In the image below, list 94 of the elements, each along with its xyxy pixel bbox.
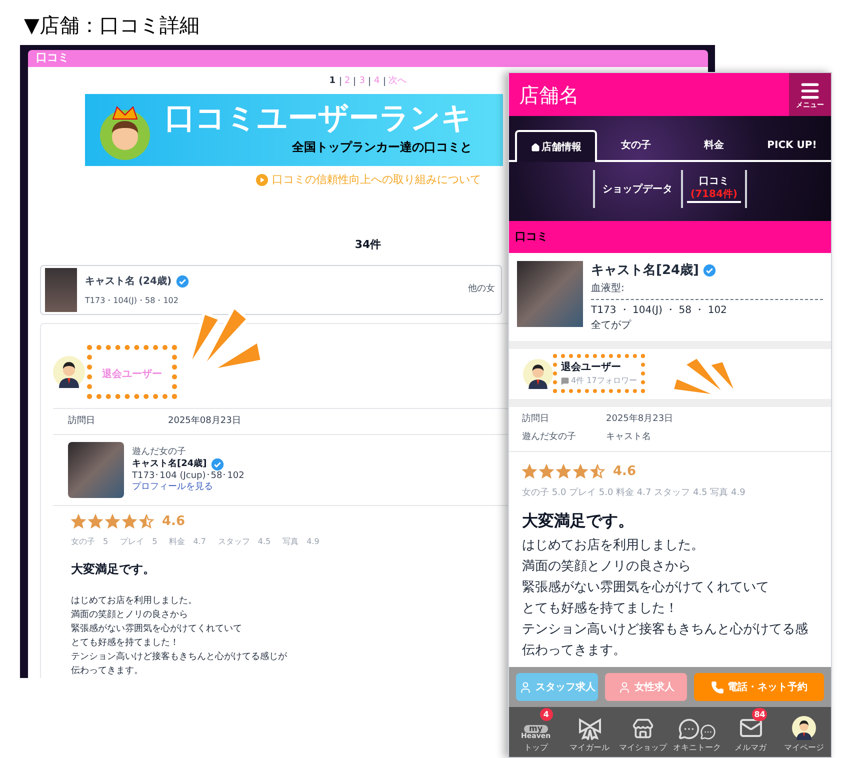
rating-score: 4.6: [613, 462, 636, 480]
photo-placeholder: [45, 268, 77, 312]
girl-label: 遊んだ女の子: [132, 447, 187, 458]
sub-tab[interactable]: 口コミ (7184件): [680, 170, 748, 208]
banner-title: 口コミユーザーランキ: [165, 104, 472, 134]
ranking-banner[interactable]: 口コミユーザーランキ 全国トップランカー達の口コミと: [85, 94, 503, 166]
photo-placeholder: [68, 442, 124, 498]
avatar-icon: [53, 356, 85, 388]
play-circle-icon: [256, 174, 268, 186]
review-text-line: 緊張感がない雰囲気を心がけてくれていて: [522, 578, 769, 596]
banner-subtitle: 全国トップランカー達の口コミと: [292, 139, 472, 156]
girl-name: キャスト名[24歳]: [132, 459, 207, 470]
detail-label: 訪問日: [68, 414, 96, 428]
nav-tab[interactable]: 女の子: [597, 130, 675, 160]
review-text-line: 伝わってきます。: [522, 642, 626, 660]
cast-card[interactable]: キャスト名[24歳] 血液型: T173 ・ 104(J) ・ 58 ・ 102 全てがプ: [509, 253, 831, 340]
review-text-line: とても好感を持てました！: [522, 600, 678, 618]
cast-name: キャスト名 (24歳): [85, 274, 172, 288]
cast-name: キャスト名[24歳]: [591, 262, 699, 280]
ribbon-bow-icon: [578, 718, 602, 740]
count-badge: 4: [540, 708, 553, 721]
cast-card[interactable]: キャスト名 (24歳) T173・104(J)・58・102 他の女: [40, 265, 502, 315]
person-icon: [518, 680, 532, 694]
detail-value: 2025年08月23日: [168, 414, 241, 428]
review-text-line: テンション高いけど接客もきちんと心がけてる感じが: [71, 650, 287, 664]
review-text-line: テンション高いけど接客もきちんと心がけてる感: [522, 620, 808, 638]
star-icon: [139, 514, 154, 530]
detail-value: キャスト名: [606, 430, 651, 444]
nav-tab[interactable]: 料金: [675, 130, 753, 160]
reviewer-name: 退会ユーザー: [561, 360, 622, 375]
page-heading: ▼店舗：口コミ詳細: [23, 12, 200, 39]
cast-comment: 全てがプ: [591, 318, 632, 332]
shop-icon: [632, 718, 654, 740]
cast-specs: T173・104(J)・58・102: [85, 294, 180, 306]
section-header: 口コミ: [509, 221, 831, 253]
menu-icon: [799, 80, 821, 102]
detail-label: 訪問日: [522, 412, 550, 426]
bottom-nav-item[interactable]: オキニトーク: [670, 707, 724, 757]
detail-value: 2025年8月23日: [606, 412, 674, 426]
shop-name: 店舗名: [518, 82, 579, 108]
chat-bubbles-icon: [678, 718, 716, 740]
sub-score: スタッフ 4.5: [218, 536, 271, 548]
bottom-nav-item[interactable]: マイショップ: [616, 707, 670, 757]
count-badge: 84: [752, 708, 768, 721]
review-text-line: 満面の笑顔とノリの良さから: [522, 558, 691, 576]
reviewer-name: 退会ユーザー: [102, 369, 162, 380]
bottom-nav-item[interactable]: メルマガ 84: [724, 707, 778, 757]
home-icon: [530, 142, 540, 152]
nav-tab[interactable]: 店舗情報: [515, 130, 597, 162]
sub-score: プレイ 5: [120, 536, 158, 548]
sub-score: 写真 4.9: [282, 536, 320, 548]
star-icon: [590, 464, 605, 479]
nav-tab[interactable]: PICK UP!: [753, 130, 831, 160]
profile-link[interactable]: プロフィールを見る: [132, 482, 244, 493]
review-text-line: 緊張感がない雰囲気を心がけてくれていて: [71, 622, 242, 636]
review-title: 大変満足です。: [71, 560, 155, 578]
star-icon: [573, 464, 588, 479]
sub-score: 料金 4.7: [169, 536, 206, 548]
logo-mark: my: [524, 725, 548, 733]
star-icon: [105, 514, 120, 530]
bottom-nav-item[interactable]: マイガール: [562, 707, 616, 757]
rating-score: 4.6: [162, 513, 186, 531]
mail-icon: [738, 716, 763, 740]
review-title: 大変満足です。: [521, 510, 635, 532]
star-icon: [539, 464, 554, 479]
star-icon: [522, 464, 537, 479]
girl-specs: T173･104 (Jcup)･58･102: [132, 471, 244, 481]
phone-icon: [710, 680, 724, 694]
review-text-line: はじめてお店を利用しました。: [71, 594, 197, 608]
comment-icon: [561, 377, 569, 385]
avatar-icon: [523, 358, 553, 388]
review-text-line: 伝わってきます。: [71, 664, 143, 678]
review-text-line: 満面の笑顔とノリの良さから: [71, 608, 188, 622]
photo-placeholder: [517, 261, 583, 327]
detail-label: 遊んだ女の子: [522, 430, 577, 444]
page-link[interactable]: 1: [329, 74, 336, 88]
section-header: 口コミ: [28, 50, 708, 66]
sub-tab[interactable]: ショップデータ: [592, 170, 680, 208]
bottom-nav-item[interactable]: マイページ: [777, 707, 831, 757]
cast-specs: T173 ・ 104(J) ・ 58 ・ 102: [591, 304, 728, 318]
sub-score: 女の子 5: [71, 536, 108, 548]
review-text-line: はじめてお店を利用しました。: [522, 536, 704, 554]
blood-type: 血液型:: [591, 282, 626, 296]
other-girls-label: 他の女: [468, 283, 496, 296]
sub-scores: 女の子 5.0 プレイ 5.0 料金 4.7 スタッフ 4.5 写真 4.9: [521, 487, 746, 500]
star-icon: [122, 514, 137, 530]
star-icon: [88, 514, 103, 530]
review-count: 34件: [354, 236, 382, 252]
review-text-line: とても好感を持てました！: [71, 636, 179, 650]
person-icon: [618, 680, 630, 694]
avatar-icon: [792, 716, 816, 740]
star-icon: [71, 514, 86, 530]
reviewer-stats: 4件 17フォロワー: [571, 375, 637, 387]
star-icon: [556, 464, 571, 479]
